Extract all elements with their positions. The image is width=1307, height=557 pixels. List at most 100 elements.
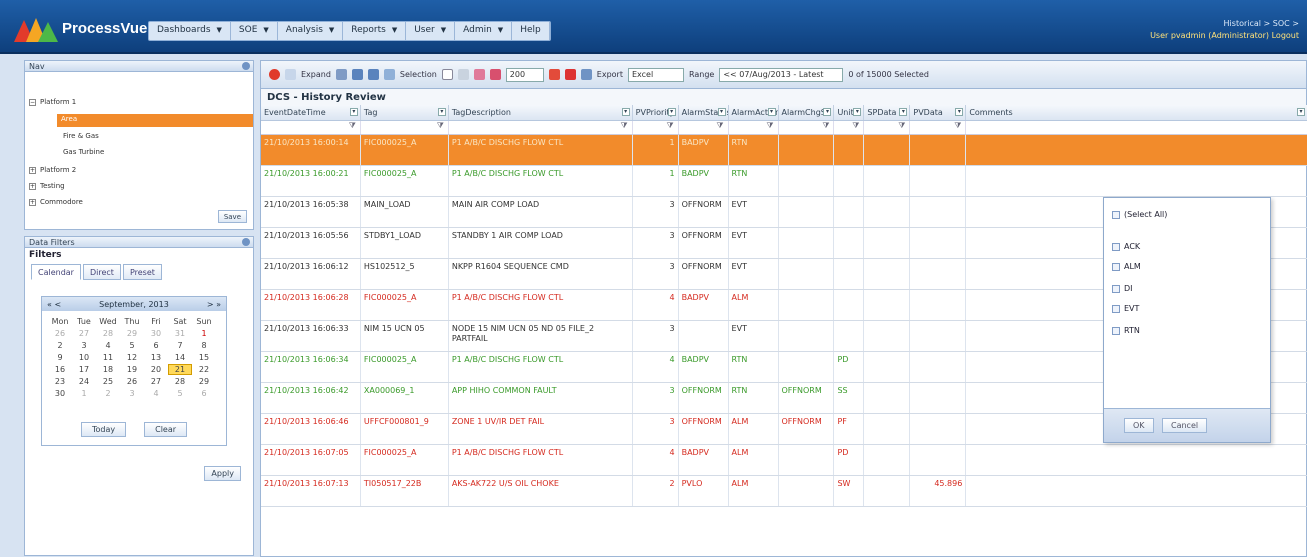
calendar-day[interactable]: 17 [72,365,96,374]
expand-icon[interactable]: − [29,98,36,106]
calendar-day[interactable]: 16 [48,365,72,374]
menu-help[interactable]: Help [512,22,550,40]
menu-analysis[interactable]: Analysis ▼ [278,22,344,40]
calendar-day[interactable]: 3 [120,389,144,398]
nav-item-testing[interactable]: + Testing [29,182,65,190]
column-header[interactable]: PVData ▾ [910,105,967,120]
calendar-day[interactable]: 13 [144,353,168,362]
table-row[interactable]: 21/10/2013 16:00:21 FIC000025_A P1 A/B/C D… [261,166,1307,197]
apply-button[interactable]: Apply [204,466,241,481]
column-filter-icon[interactable]: ⧩ [361,121,449,134]
logout-link[interactable]: Logout [1272,31,1299,40]
next-month-button[interactable]: > [207,300,214,309]
calendar-day[interactable]: 26 [48,329,72,338]
calendar-day[interactable]: 6 [192,389,216,398]
option-ack[interactable]: ACK [1112,242,1140,251]
prev-month-button[interactable]: < [54,300,61,309]
expand-icon[interactable]: + [29,198,36,206]
next-year-button[interactable]: » [216,300,221,309]
filter-dropdown-icon[interactable]: ▾ [767,108,776,116]
tab-direct[interactable]: Direct [82,264,121,280]
filter-dropdown-icon[interactable]: ▾ [437,108,446,116]
menu-soe[interactable]: SOE ▼ [231,22,278,40]
nav-item-platform-2[interactable]: + Platform 2 [29,166,76,174]
expand-icon[interactable]: + [29,166,36,174]
filter-dropdown-icon[interactable]: ▾ [667,108,676,116]
calendar-day[interactable]: 2 [48,341,72,350]
range-select[interactable]: << 07/Aug/2013 - Latest [719,67,844,82]
collapse-icon[interactable] [242,62,250,70]
checkbox-icon[interactable] [1112,210,1120,219]
column-header[interactable]: PVPriority ▾ [633,105,679,120]
page-size-input[interactable]: 200 [505,67,544,82]
calendar-day[interactable]: 19 [120,365,144,374]
menu-user[interactable]: User ▼ [406,22,456,40]
expand-icon[interactable]: + [29,182,36,190]
option-evt[interactable]: EVT [1112,304,1139,313]
filter-dropdown-icon[interactable]: ▾ [955,108,964,116]
filter-red-icon[interactable] [564,69,576,80]
filter-dropdown-icon[interactable]: ▾ [621,108,630,116]
column-header[interactable]: AlarmChgSt ▾ [779,105,835,120]
menu-dashboards[interactable]: Dashboards ▼ [149,22,231,40]
calendar-day[interactable]: 21 [168,363,192,375]
calendar-day[interactable]: 4 [144,389,168,398]
arrow-up-icon[interactable] [473,69,485,80]
column-filter-icon[interactable]: ⧩ [633,121,679,134]
calendar-day[interactable]: 5 [168,389,192,398]
nav-item-platform-1[interactable]: − Platform 1 [29,98,76,106]
favorite-icon[interactable] [269,69,280,80]
column-filter-icon[interactable]: ⧩ [834,121,865,134]
calendar-day[interactable]: 30 [48,389,72,398]
tab-preset[interactable]: Preset [122,264,162,280]
ok-button[interactable]: OK [1124,418,1154,433]
calendar-day[interactable]: 12 [120,353,144,362]
checkbox-icon[interactable] [1112,242,1120,251]
option-alm[interactable]: ALM [1112,262,1141,271]
calendar-day[interactable]: 9 [48,353,72,362]
nav-item-gas-turbine[interactable]: Gas Turbine [63,148,104,156]
column-filter-icon[interactable]: ⧩ [910,121,967,134]
save-button[interactable]: Save [217,210,247,223]
calendar-day[interactable]: 15 [192,353,216,362]
column-header[interactable]: TagDescription ▾ [449,105,633,120]
calendar-day[interactable]: 1 [192,329,216,338]
filter-dropdown-icon[interactable]: ▾ [899,108,908,116]
column-filter-icon[interactable]: ⧩ [729,121,779,134]
column-filter-icon[interactable]: ⧩ [449,121,633,134]
cancel-button[interactable]: Cancel [1162,418,1208,433]
calendar-day[interactable]: 26 [120,377,144,386]
calendar-day[interactable]: 14 [168,353,192,362]
column-filter-icon[interactable] [966,121,1307,134]
zoom-icon[interactable] [351,69,363,80]
calendar-day[interactable]: 2 [96,389,120,398]
checkbox-icon[interactable] [1112,326,1120,335]
calendar-day[interactable]: 10 [72,353,96,362]
table-row[interactable]: 21/10/2013 16:07:13 TI050517_22B AKS-AK722… [261,476,1307,507]
column-header[interactable]: AlarmStatus ▾ [679,105,729,120]
checkbox-icon[interactable] [1112,262,1120,271]
column-header[interactable]: Comments ▾ [966,105,1307,120]
nav-item-fire-gas[interactable]: Fire & Gas [63,132,99,140]
calendar-day[interactable]: 28 [168,377,192,386]
calendar-day[interactable]: 11 [96,353,120,362]
calendar-day[interactable]: 4 [96,341,120,350]
filter-dropdown-icon[interactable]: ▾ [823,108,832,116]
alarm-icon[interactable] [548,69,560,80]
menu-admin[interactable]: Admin ▼ [455,22,513,40]
filter-dropdown-icon[interactable]: ▾ [349,108,358,116]
column-header[interactable]: Unit ▾ [834,105,865,120]
copy-icon[interactable] [457,69,469,80]
column-header[interactable]: Tag ▾ [361,105,449,120]
calendar-day[interactable]: 25 [96,377,120,386]
calendar-day[interactable]: 29 [192,377,216,386]
calendar-day[interactable]: 28 [96,329,120,338]
nav-item-commodore[interactable]: + Commodore [29,198,83,206]
arrow-down-icon[interactable] [489,69,501,80]
calendar-day[interactable]: 20 [144,365,168,374]
column-filter-icon[interactable]: ⧩ [261,121,361,134]
calendar-day[interactable]: 27 [144,377,168,386]
option-di[interactable]: DI [1112,284,1133,293]
calendar-day[interactable]: 29 [120,329,144,338]
export-button[interactable]: Export [597,70,623,79]
